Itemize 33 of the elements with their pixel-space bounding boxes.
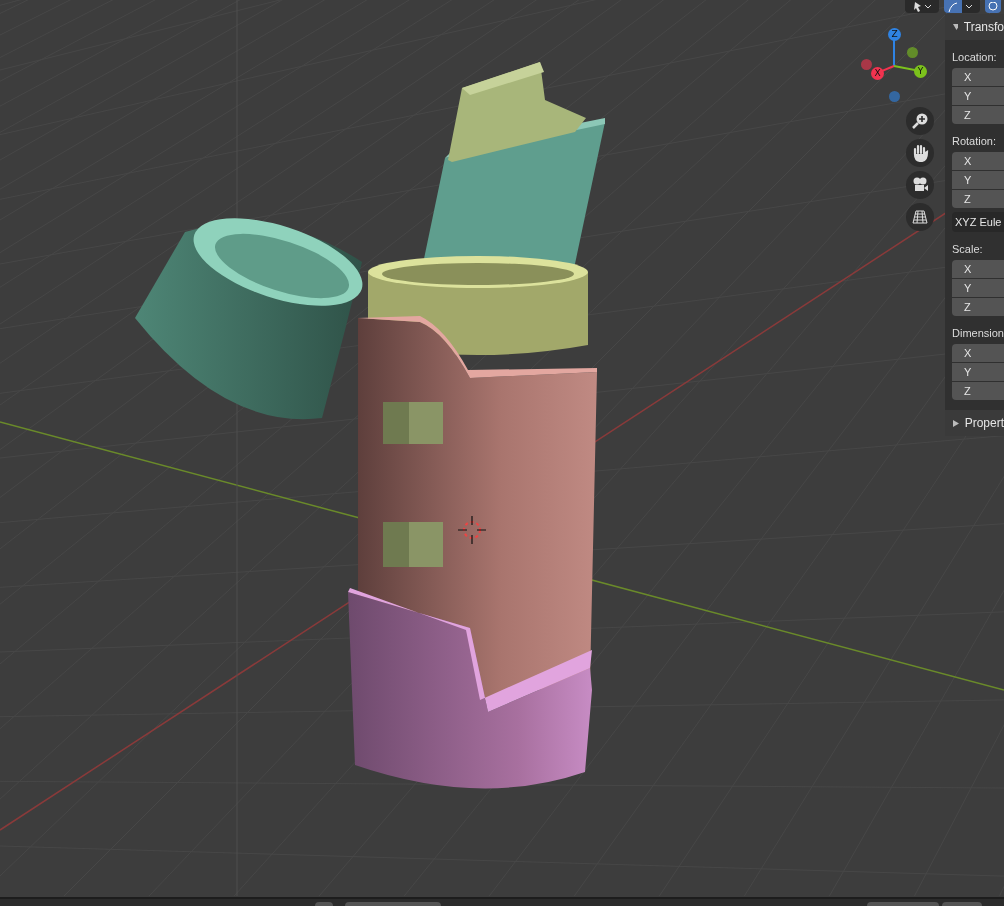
field-label: Rotation: <box>952 133 998 149</box>
number-field[interactable]: Y <box>952 363 1004 381</box>
field-label: Location: <box>952 49 998 65</box>
collapsed-caret-icon <box>953 419 959 427</box>
gizmo-toggle-icon[interactable] <box>944 0 980 13</box>
axis-label[interactable]: Z <box>888 28 901 41</box>
grid-view-icon[interactable] <box>906 203 934 231</box>
number-field[interactable]: X <box>952 260 1004 278</box>
number-field[interactable]: Y <box>952 171 1004 189</box>
zoom-icon[interactable] <box>906 107 934 135</box>
number-field[interactable]: Y <box>952 279 1004 297</box>
panel-header[interactable]: Propert <box>945 410 1004 436</box>
number-field[interactable]: X <box>952 152 1004 170</box>
number-field[interactable]: X <box>952 68 1004 86</box>
number-field[interactable]: Z <box>952 298 1004 316</box>
field-label: Scale: <box>952 241 984 257</box>
number-field[interactable]: Z <box>952 190 1004 208</box>
axis-label[interactable]: Y <box>914 65 927 78</box>
crosshair-icon <box>458 516 486 544</box>
hand-icon[interactable] <box>906 139 934 167</box>
number-field[interactable]: Z <box>952 106 1004 124</box>
number-field[interactable]: X <box>952 344 1004 362</box>
expanded-caret-icon <box>953 24 958 30</box>
overlay-icon[interactable] <box>985 0 1001 13</box>
axis-label[interactable]: X <box>871 67 884 80</box>
panel-header[interactable]: Transfo <box>945 14 1004 40</box>
camera-icon[interactable] <box>906 171 934 199</box>
select-icon[interactable] <box>905 0 939 13</box>
number-field[interactable]: Y <box>952 87 1004 105</box>
dropdown[interactable]: XYZ Eule <box>952 212 1004 232</box>
negative-axis-icon[interactable] <box>907 47 918 58</box>
number-field[interactable]: Z <box>952 382 1004 400</box>
field-label: Dimension <box>952 325 1004 341</box>
